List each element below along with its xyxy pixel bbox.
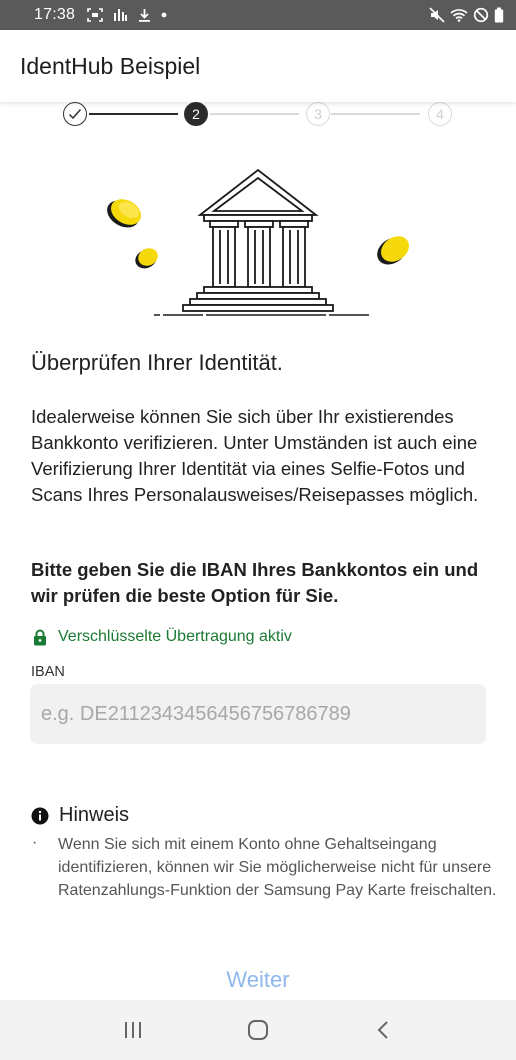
- mute-icon: [429, 7, 445, 23]
- system-nav-bar: [0, 1000, 516, 1060]
- hint-header: Hinweis: [31, 804, 129, 827]
- status-left-icons: [87, 8, 167, 22]
- download-icon: [139, 9, 151, 22]
- iban-instruction: Bitte geben Sie die IBAN Ihres Bankkonto…: [31, 559, 479, 606]
- back-icon: [377, 1021, 389, 1039]
- signal-bars-icon: [114, 9, 128, 21]
- bank-building-icon: [182, 168, 334, 312]
- step-connector-3-4: [331, 113, 420, 115]
- next-button[interactable]: Weiter: [0, 960, 516, 1000]
- screenshot-icon: [87, 8, 103, 22]
- do-not-disturb-icon: [473, 7, 489, 23]
- wifi-icon: [450, 9, 468, 22]
- dot-icon: [161, 12, 167, 18]
- step-4-inactive: 4: [428, 102, 452, 126]
- home-icon: [247, 1020, 268, 1040]
- step-3-inactive: 3: [306, 102, 330, 126]
- status-right-icons: [429, 7, 504, 23]
- home-button[interactable]: [228, 1005, 288, 1055]
- hint-title: Hinweis: [59, 804, 130, 826]
- app-bar: IdentHub Beispiel: [0, 30, 516, 102]
- step-2-number: 2: [192, 106, 200, 122]
- lock-icon: [34, 629, 46, 645]
- status-bar: 17:38: [0, 0, 516, 30]
- recent-apps-icon: [124, 1022, 141, 1038]
- intro-paragraph: Idealerweise können Sie sich über Ihr ex…: [31, 406, 479, 505]
- step-1-completed: [63, 102, 87, 126]
- iban-input[interactable]: [30, 684, 486, 744]
- info-icon: [31, 807, 49, 824]
- coin-icon: [107, 199, 142, 228]
- checkmark-icon: [68, 109, 82, 120]
- iban-label: IBAN: [31, 664, 65, 680]
- page-heading: Überprüfen Ihrer Identität.: [31, 350, 283, 375]
- bank-illustration: [107, 168, 409, 316]
- stepper: 2 3 4: [62, 101, 454, 127]
- coin-icon: [135, 248, 158, 269]
- hint-text: Wenn Sie sich mit einem Konto ohne Gehal…: [58, 836, 497, 899]
- hint-bullet: ·: [32, 834, 38, 851]
- recent-apps-button[interactable]: [103, 1005, 163, 1055]
- secure-transfer-label: Verschlüsselte Übertragung aktiv: [58, 628, 292, 645]
- step-2-active: 2: [184, 102, 208, 126]
- back-button[interactable]: [353, 1005, 413, 1055]
- step-connector-1-2: [89, 113, 178, 115]
- secure-transfer-notice: Verschlüsselte Übertragung aktiv: [33, 628, 292, 646]
- app-title: IdentHub Beispiel: [20, 52, 201, 79]
- coin-icon: [377, 236, 409, 265]
- battery-icon: [494, 7, 504, 23]
- status-time: 17:38: [34, 6, 76, 23]
- step-4-number: 4: [436, 106, 444, 122]
- step-connector-2-3: [210, 113, 299, 115]
- step-3-number: 3: [314, 106, 322, 122]
